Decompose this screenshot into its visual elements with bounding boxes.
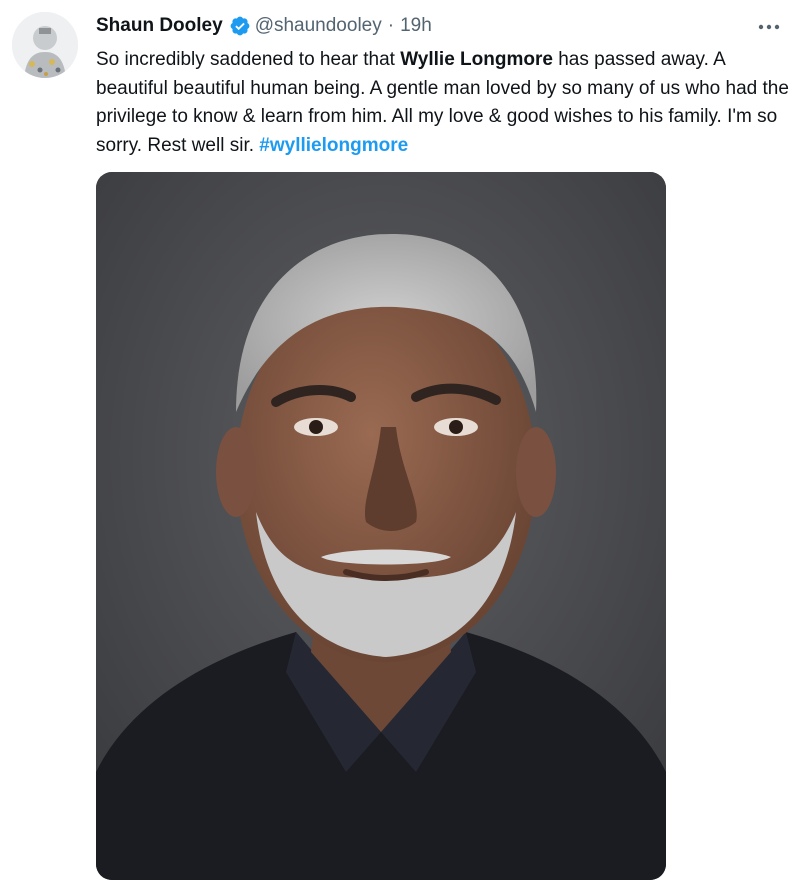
tweet-text-bold-name: Wyllie Longmore — [400, 49, 553, 70]
author-handle[interactable]: @shaundooley — [255, 10, 382, 42]
avatar-image — [12, 12, 78, 78]
tweet-text-part1: So incredibly saddened to hear that — [96, 49, 401, 70]
hashtag-link[interactable]: #wyllielongmore — [259, 135, 408, 156]
author-display-name[interactable]: Shaun Dooley — [96, 10, 223, 42]
separator-dot: · — [387, 15, 395, 36]
tweet-header: Shaun Dooley @shaundooley · 19h — [96, 10, 788, 42]
verified-badge-icon — [229, 15, 251, 37]
tweet-text: So incredibly saddened to hear that Wyll… — [96, 46, 796, 160]
tweet-photo[interactable] — [96, 172, 666, 880]
tweet-card: Shaun Dooley @shaundooley · 19h So incre… — [0, 0, 800, 890]
portrait-image — [96, 172, 666, 880]
more-horizontal-icon[interactable] — [756, 18, 782, 36]
tweet-timestamp[interactable]: 19h — [400, 10, 432, 42]
avatar[interactable] — [12, 12, 78, 78]
tweet-content: Shaun Dooley @shaundooley · 19h So incre… — [96, 10, 789, 160]
